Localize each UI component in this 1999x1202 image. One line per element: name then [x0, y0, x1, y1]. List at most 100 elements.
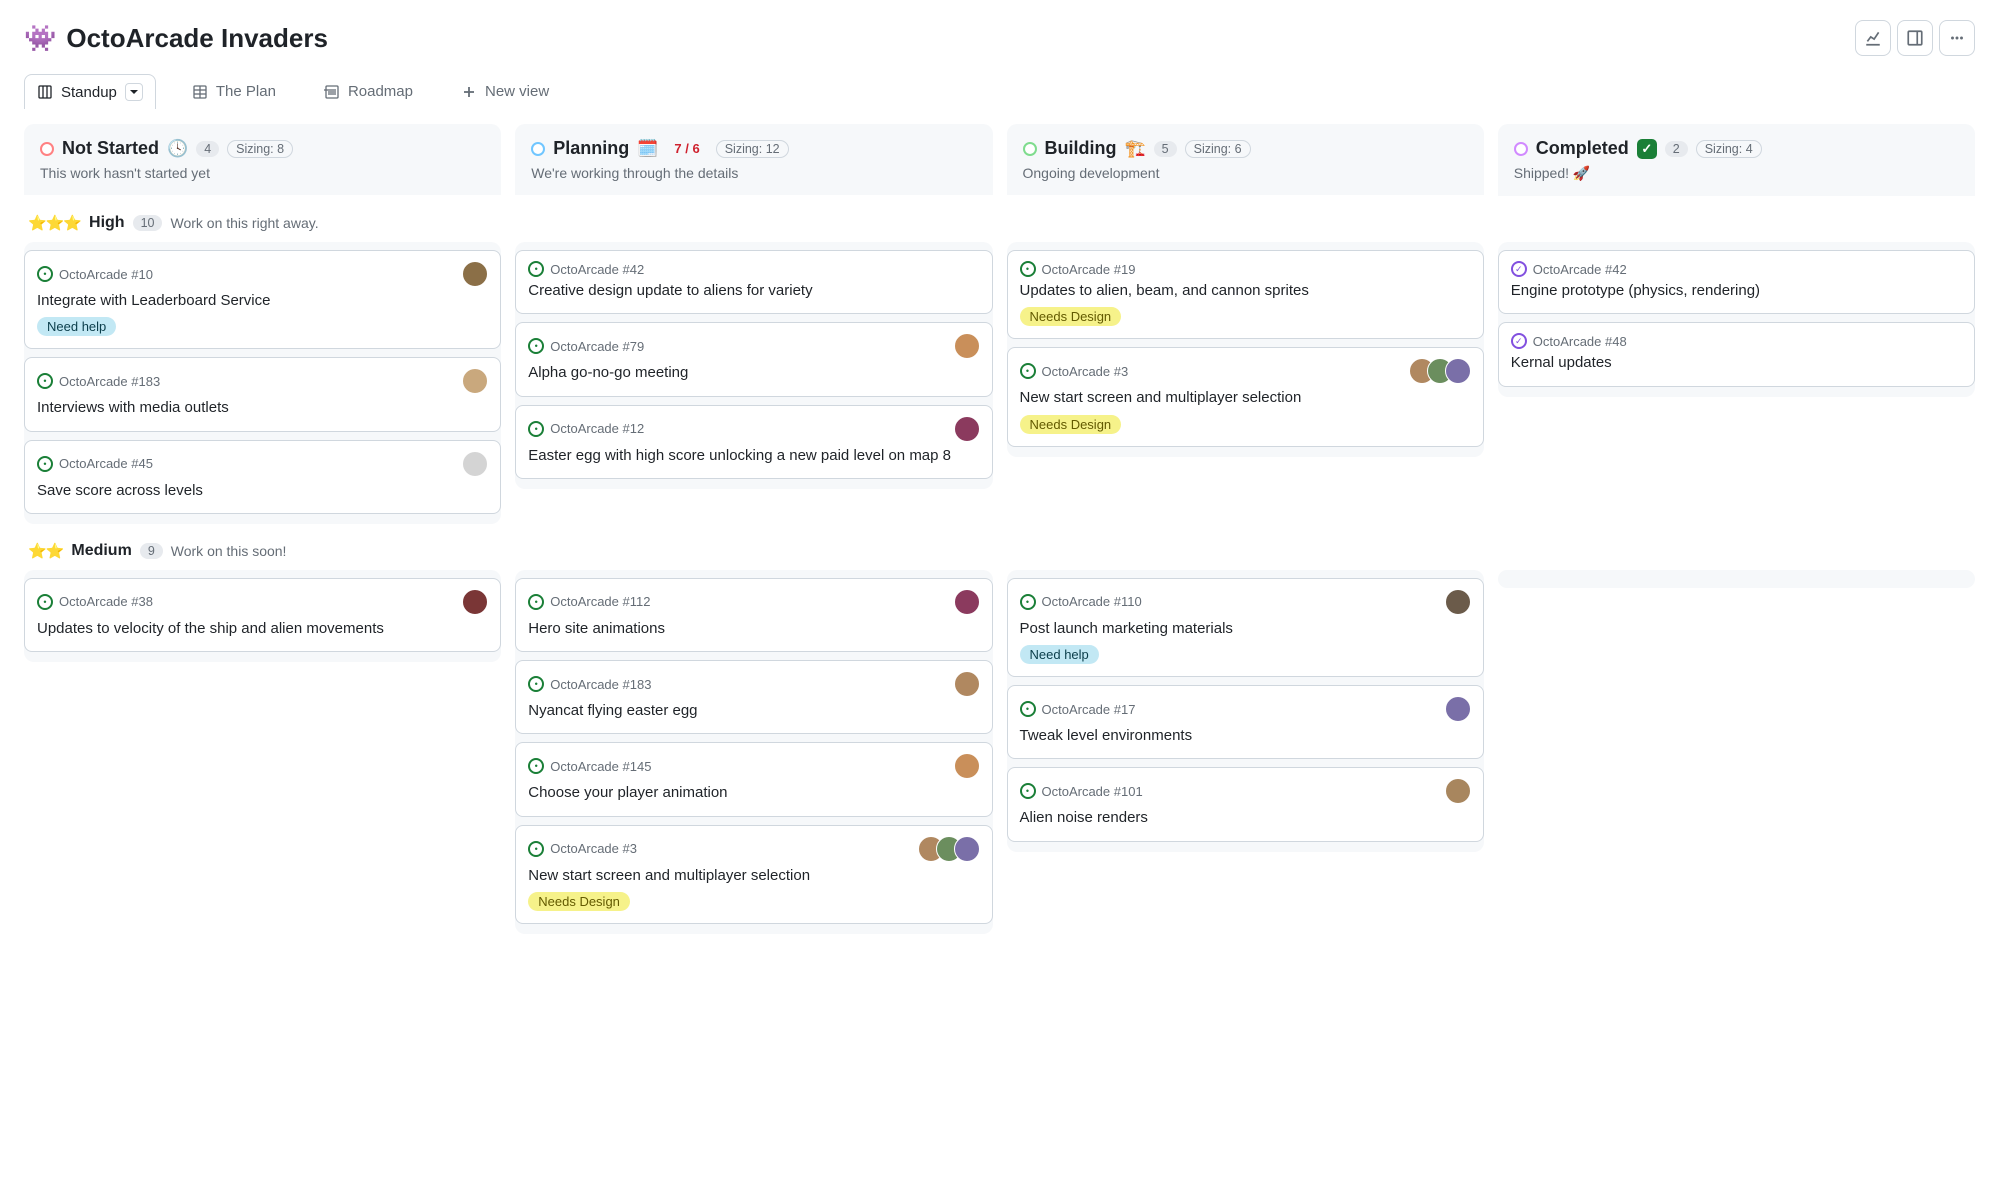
card-title: Interviews with media outlets: [37, 398, 488, 418]
column-name: Planning: [553, 138, 629, 159]
issue-card[interactable]: • OctoArcade #10 Integrate with Leaderbo…: [24, 250, 501, 349]
issue-card[interactable]: • OctoArcade #112 Hero site animations: [515, 578, 992, 652]
priority-group-header: ⭐⭐⭐ High 10 Work on this right away.: [24, 196, 1975, 242]
card-reference: • OctoArcade #3: [1020, 363, 1129, 379]
column-header: Not Started 🕓 4 Sizing: 8 This work hasn…: [24, 124, 501, 195]
card-list: • OctoArcade #38 Updates to velocity of …: [24, 570, 501, 652]
priority-desc: Work on this right away.: [170, 215, 318, 231]
column-name: Completed: [1536, 138, 1629, 159]
avatar: [954, 416, 980, 442]
issue-open-icon: •: [1020, 363, 1036, 379]
avatar: [462, 368, 488, 394]
card-title: Updates to velocity of the ship and alie…: [37, 619, 488, 639]
card-reference: ✓ OctoArcade #48: [1511, 333, 1627, 349]
card-list: • OctoArcade #10 Integrate with Leaderbo…: [24, 242, 501, 514]
card-list: ✓ OctoArcade #42 Engine prototype (physi…: [1498, 242, 1975, 387]
card-ref-text: OctoArcade #110: [1042, 594, 1142, 609]
card-list: • OctoArcade #110 Post launch marketing …: [1007, 570, 1484, 842]
card-reference: • OctoArcade #145: [528, 758, 651, 774]
issue-open-icon: •: [1020, 261, 1036, 277]
issue-card[interactable]: • OctoArcade #42 Creative design update …: [515, 250, 992, 314]
avatar: [954, 589, 980, 615]
issue-open-icon: •: [528, 421, 544, 437]
card-reference: • OctoArcade #12: [528, 421, 644, 437]
card-ref-text: OctoArcade #79: [550, 339, 644, 354]
tab-new-view[interactable]: New view: [449, 75, 561, 108]
column-name: Building: [1045, 138, 1117, 159]
column-subtitle: We're working through the details: [531, 165, 976, 181]
priority-count: 10: [133, 215, 163, 231]
issue-open-icon: •: [37, 266, 53, 282]
tab-roadmap[interactable]: Roadmap: [312, 75, 425, 108]
issue-open-icon: •: [1020, 783, 1036, 799]
card-title: Easter egg with high score unlocking a n…: [528, 446, 979, 466]
card-ref-text: OctoArcade #42: [550, 262, 644, 277]
avatar: [1445, 589, 1471, 615]
column-count: 5: [1154, 141, 1177, 157]
issue-open-icon: •: [528, 676, 544, 692]
issue-card[interactable]: • OctoArcade #101 Alien noise renders: [1007, 767, 1484, 841]
card-reference: • OctoArcade #110: [1020, 594, 1142, 610]
priority-name: High: [89, 214, 125, 232]
card-reference: • OctoArcade #183: [528, 676, 651, 692]
card-ref-text: OctoArcade #42: [1533, 262, 1627, 277]
project-title: OctoArcade Invaders: [66, 23, 328, 54]
card-title: Save score across levels: [37, 481, 488, 501]
issue-card[interactable]: ✓ OctoArcade #48 Kernal updates: [1498, 322, 1975, 386]
avatar: [954, 836, 980, 862]
card-title: New start screen and multiplayer selecti…: [528, 866, 979, 886]
card-list: • OctoArcade #112 Hero site animations •…: [515, 570, 992, 924]
plus-icon: [461, 84, 477, 100]
column-sizing: Sizing: 6: [1185, 140, 1251, 158]
more-button[interactable]: [1939, 20, 1975, 56]
issue-card[interactable]: • OctoArcade #17 Tweak level environment…: [1007, 685, 1484, 759]
issue-closed-icon: ✓: [1511, 261, 1527, 277]
priority-desc: Work on this soon!: [171, 543, 287, 559]
avatar: [462, 589, 488, 615]
chart-icon: [1864, 29, 1882, 47]
card-ref-text: OctoArcade #3: [550, 841, 637, 856]
card-title: Hero site animations: [528, 619, 979, 639]
tab-dropdown[interactable]: [125, 83, 143, 101]
card-ref-text: OctoArcade #183: [550, 677, 651, 692]
issue-card[interactable]: • OctoArcade #79 Alpha go-no-go meeting: [515, 322, 992, 396]
issue-card[interactable]: • OctoArcade #3 New start screen and mul…: [1007, 347, 1484, 446]
column-fraction: 7 / 6: [666, 140, 707, 157]
insights-button[interactable]: [1855, 20, 1891, 56]
card-title: Updates to alien, beam, and cannon sprit…: [1020, 281, 1471, 301]
checkmark-icon: ✓: [1637, 139, 1657, 159]
card-reference: • OctoArcade #79: [528, 338, 644, 354]
assignee-avatars: [1409, 358, 1471, 384]
issue-card[interactable]: • OctoArcade #3 New start screen and mul…: [515, 825, 992, 924]
column-status-dot: [1514, 142, 1528, 156]
priority-count: 9: [140, 543, 163, 559]
issue-open-icon: •: [1020, 701, 1036, 717]
issue-card[interactable]: • OctoArcade #19 Updates to alien, beam,…: [1007, 250, 1484, 339]
issue-card[interactable]: ✓ OctoArcade #42 Engine prototype (physi…: [1498, 250, 1975, 314]
issue-closed-icon: ✓: [1511, 333, 1527, 349]
column-emoji: 🗓️: [637, 139, 658, 159]
issue-card[interactable]: • OctoArcade #145 Choose your player ani…: [515, 742, 992, 816]
card-reference: • OctoArcade #19: [1020, 261, 1136, 277]
issue-card[interactable]: • OctoArcade #183 Interviews with media …: [24, 357, 501, 431]
list-icon: [324, 84, 340, 100]
panel-button[interactable]: [1897, 20, 1933, 56]
tab-label: The Plan: [216, 83, 276, 100]
column-header: Planning 🗓️ 7 / 6 Sizing: 12 We're worki…: [515, 124, 992, 195]
column-status-dot: [1023, 142, 1037, 156]
issue-card[interactable]: • OctoArcade #183 Nyancat flying easter …: [515, 660, 992, 734]
column-subtitle: This work hasn't started yet: [40, 165, 485, 181]
card-title: Creative design update to aliens for var…: [528, 281, 979, 301]
issue-card[interactable]: • OctoArcade #12 Easter egg with high sc…: [515, 405, 992, 479]
priority-name: Medium: [71, 542, 131, 560]
table-icon: [192, 84, 208, 100]
card-title: Choose your player animation: [528, 783, 979, 803]
tab-standup[interactable]: Standup: [24, 74, 156, 109]
tab-the-plan[interactable]: The Plan: [180, 75, 288, 108]
column-subtitle: Ongoing development: [1023, 165, 1468, 181]
issue-card[interactable]: • OctoArcade #110 Post launch marketing …: [1007, 578, 1484, 677]
avatar: [954, 671, 980, 697]
issue-card[interactable]: • OctoArcade #45 Save score across level…: [24, 440, 501, 514]
issue-card[interactable]: • OctoArcade #38 Updates to velocity of …: [24, 578, 501, 652]
card-ref-text: OctoArcade #38: [59, 594, 153, 609]
